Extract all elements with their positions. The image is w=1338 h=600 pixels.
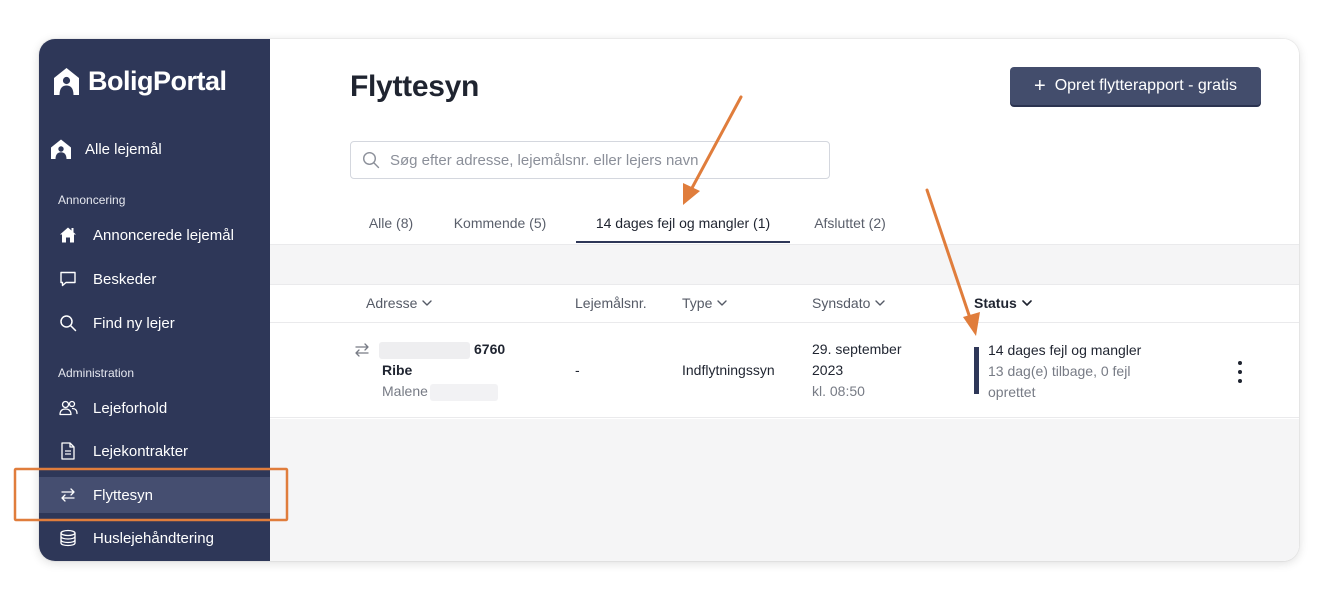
table-toolbar-band [270,244,1299,285]
tab-14-dages-fejl-og-mangler[interactable]: 14 dages fejl og mangler (1) [576,205,790,243]
page-title: Flyttesyn [350,70,480,103]
chevron-down-icon [875,300,886,306]
main-content: Flyttesyn + Opret flytterapport - gratis… [270,39,1299,561]
sidebar-item-label: Alle lejemål [85,140,162,158]
tab-label: Kommende (5) [453,215,547,231]
app-window: BoligPortal Alle lejemål Annoncering Ann… [39,39,1299,561]
tab-afsluttet[interactable]: Afsluttet (2) [804,205,896,243]
users-icon [56,396,80,420]
sidebar-item-flyttesyn[interactable]: Flyttesyn [39,477,270,513]
search-input[interactable] [390,151,820,169]
search-icon [56,311,80,335]
column-header-type[interactable]: Type [682,295,728,311]
redacted-surname [429,383,498,401]
home-icon [49,137,73,161]
sidebar-item-annoncerede-lejemal[interactable]: Annoncerede lejemål [39,217,270,253]
create-report-button-label: Opret flytterapport - gratis [1054,77,1237,94]
sidebar-item-label: Flyttesyn [93,486,154,504]
address-line: 6760 [379,339,505,360]
column-header-adresse[interactable]: Adresse [366,295,433,311]
address-zip: 6760 [474,341,506,357]
document-icon [56,439,80,463]
kebab-dot [1238,379,1242,383]
tab-kommende[interactable]: Kommende (5) [444,205,556,243]
redacted-street [379,341,470,359]
sidebar-item-label: Lejekontrakter [93,442,189,460]
inspection-type: Indflytningssyn [682,362,775,378]
column-header-label: Lejemålsnr. [575,295,647,311]
arrows-exchange-icon [56,483,80,507]
column-header-label: Synsdato [812,295,871,311]
tab-label: 14 dages fejl og mangler (1) [595,215,771,231]
sidebar-item-alle-lejemal[interactable]: Alle lejemål [39,131,270,167]
chat-icon [56,267,80,291]
empty-table-area [270,419,1299,561]
sidebar-item-lejeforhold[interactable]: Lejeforhold [39,390,270,426]
status-title: 14 dages fejl og mangler [988,342,1142,358]
sidebar-item-beskeder[interactable]: Beskeder [39,261,270,297]
sidebar-item-label: Find ny lejer [93,314,175,332]
brand-logo[interactable]: BoligPortal [53,63,227,99]
column-header-lejemalsnr: Lejemålsnr. [575,295,647,311]
sidebar: BoligPortal Alle lejemål Annoncering Ann… [39,39,270,561]
status-cell: 14 dages fejl og mangler 13 dag(e) tilba… [988,340,1188,403]
plus-icon: + [1034,75,1046,97]
address-city: Ribe [382,362,413,378]
date-line-2: 2023 [812,362,844,378]
column-header-status[interactable]: Status [974,295,1032,311]
sidebar-item-find-ny-lejer[interactable]: Find ny lejer [39,305,270,341]
column-header-label: Status [974,295,1017,311]
lease-number: - [575,362,580,378]
section-label-administration: Administration [58,366,135,380]
section-label-annoncering: Annoncering [58,193,126,207]
date-line-1: 29. september [812,341,902,357]
inspection-date: 29. september 2023 kl. 08:50 [812,339,902,402]
brand-logo-icon [54,67,79,95]
tenant-first-name: Malene [382,383,428,399]
sidebar-item-lejekontrakter[interactable]: Lejekontrakter [39,433,270,469]
inspection-time: kl. 08:50 [812,383,865,399]
tenant-name: Malene [382,381,505,402]
sidebar-item-label: Annoncerede lejemål [93,226,234,244]
status-indicator-bar [974,347,979,394]
tab-label: Alle (8) [368,215,414,231]
column-header-label: Type [682,295,713,311]
search-icon [361,150,381,170]
more-options-button[interactable] [1231,361,1249,383]
brand-name: BoligPortal [88,65,227,96]
coins-icon [56,526,80,550]
kebab-dot [1238,361,1242,365]
house-icon [56,223,80,247]
sidebar-item-huslejehandtering[interactable]: Huslejehåndtering [39,520,270,556]
chevron-down-icon [422,300,433,306]
chevron-down-icon [1021,300,1032,306]
status-detail-2: oprettet [988,384,1036,400]
sidebar-item-label: Huslejehåndtering [93,529,214,547]
sidebar-item-label: Beskeder [93,270,157,288]
column-header-synsdato[interactable]: Synsdato [812,295,886,311]
arrows-exchange-icon [352,343,372,362]
column-header-label: Adresse [366,295,418,311]
search-box[interactable] [350,141,830,179]
status-detail-1: 13 dag(e) tilbage, 0 fejl [988,363,1131,379]
table-row[interactable]: 6760 Ribe Malene - Indflytningssyn 29. s… [270,323,1299,418]
chevron-down-icon [717,300,728,306]
tab-label: Afsluttet (2) [814,215,886,231]
tab-alle[interactable]: Alle (8) [350,205,432,243]
create-report-button[interactable]: + Opret flytterapport - gratis [1010,67,1261,105]
kebab-dot [1238,370,1242,374]
sidebar-item-label: Lejeforhold [93,399,168,417]
address-cell: 6760 Ribe Malene [379,339,505,402]
